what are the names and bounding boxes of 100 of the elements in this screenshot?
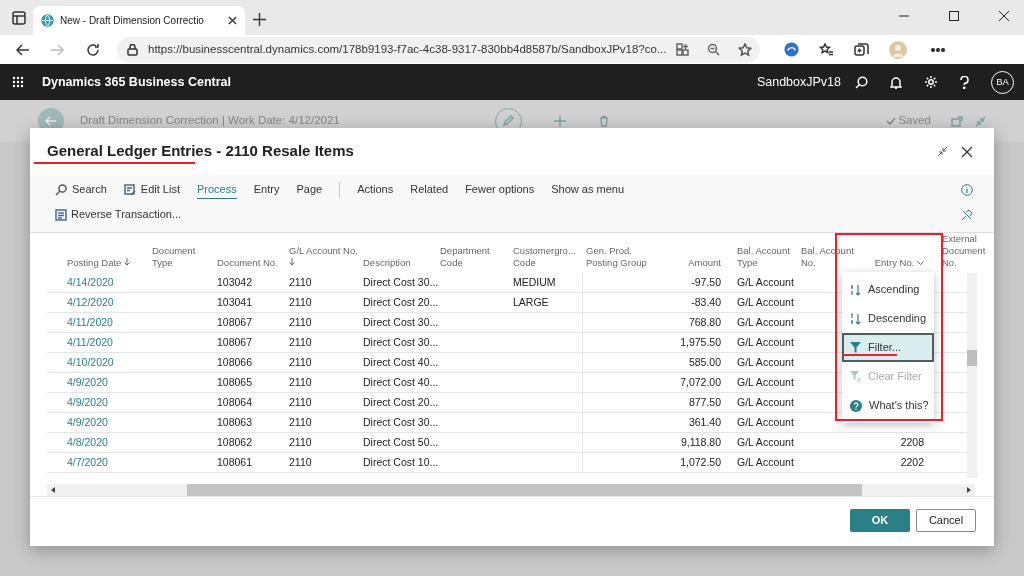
table-cell-text: Direct Cost 40... xyxy=(363,374,439,390)
close-icon[interactable] xyxy=(999,11,1009,21)
toolbar-tab[interactable]: Page xyxy=(296,180,323,199)
menu-item[interactable]: Filter... xyxy=(842,333,934,362)
table-cell-text: G/L Account xyxy=(737,414,794,430)
new-tab-icon[interactable] xyxy=(253,13,266,26)
url-text: https://businesscentral.dynamics.com/178b9193-f7ac-4c38-9317-830bb4d8587b/SandboxJPv18?co... xyxy=(148,41,667,57)
toolbar-button[interactable]: Actions xyxy=(357,181,394,198)
zoom-icon[interactable] xyxy=(707,43,721,56)
pin-icon[interactable] xyxy=(961,208,973,221)
date-link[interactable]: 4/9/2020 xyxy=(67,394,108,411)
table-cell-text: G/L Account xyxy=(737,354,794,370)
info-icon[interactable] xyxy=(961,183,973,196)
ok-button[interactable]: OK xyxy=(850,509,910,532)
search-icon xyxy=(55,183,67,196)
lock-icon xyxy=(127,43,138,56)
toolbar-button[interactable]: Reverse Transaction... xyxy=(55,206,182,223)
column-header[interactable]: Posting Date xyxy=(67,257,131,269)
app-launcher-icon[interactable] xyxy=(12,76,24,88)
column-header[interactable]: Department Code xyxy=(440,245,513,269)
date-link[interactable]: 4/9/2020 xyxy=(67,414,108,431)
collapse-icon[interactable] xyxy=(937,146,948,157)
date-link[interactable]: 4/9/2020 xyxy=(67,374,108,391)
toolbar-tab[interactable]: Process xyxy=(197,180,237,199)
toolbar-button[interactable]: Show as menu xyxy=(551,181,624,198)
help-icon[interactable] xyxy=(960,75,969,89)
date-link[interactable]: 4/8/2020 xyxy=(67,434,108,451)
scroll-thumb[interactable] xyxy=(967,350,977,366)
help-icon xyxy=(850,399,862,412)
environment-name: SandboxJPv18 xyxy=(756,73,841,91)
toolbar-button[interactable]: Edit List xyxy=(123,181,180,198)
settings-icon[interactable] xyxy=(924,75,938,89)
table-cell-text: G/L Account xyxy=(737,314,794,330)
table-cell-text: G/L Account xyxy=(737,374,794,390)
toolbar-button[interactable]: Search xyxy=(55,181,107,198)
back-icon[interactable] xyxy=(16,43,30,56)
maximize-icon[interactable] xyxy=(949,11,959,21)
address-bar[interactable]: https://businesscentral.dynamics.com/178b9193-f7ac-4c38-9317-830bb4d8587b/SandboxJPv18?co... xyxy=(117,36,760,63)
menu-item[interactable]: Descending xyxy=(842,304,934,333)
table-cell-text: 2110 xyxy=(289,314,312,330)
toolbar-button[interactable]: Related xyxy=(410,181,449,198)
table-cell-text: 2110 xyxy=(289,434,312,450)
toolbar-button[interactable]: Fewer options xyxy=(465,181,535,198)
annotation-underline xyxy=(843,354,897,356)
favorite-icon[interactable] xyxy=(738,42,753,57)
save-status: Saved xyxy=(898,113,931,129)
table-cell-text: 2110 xyxy=(289,454,312,470)
table-cell-text: MEDIUM xyxy=(513,274,556,290)
column-header[interactable]: Amount xyxy=(688,257,721,269)
globe-icon xyxy=(41,14,54,27)
vertical-scrollbar[interactable] xyxy=(967,273,977,478)
favorites-icon[interactable] xyxy=(819,42,834,57)
product-name: Dynamics 365 Business Central xyxy=(42,73,231,91)
table-cell-text: Direct Cost 50... xyxy=(363,434,439,450)
table-cell-text: G/L Account xyxy=(737,294,794,310)
date-link[interactable]: 4/11/2020 xyxy=(67,334,113,351)
apps-icon[interactable] xyxy=(676,43,690,56)
date-link[interactable]: 4/14/2020 xyxy=(67,274,114,291)
date-link[interactable]: 4/10/2020 xyxy=(67,354,114,371)
search-icon[interactable] xyxy=(855,75,868,89)
table-cell-text: 2110 xyxy=(289,394,312,410)
table-cell-text: G/L Account xyxy=(737,334,794,350)
refresh-icon[interactable] xyxy=(86,42,100,57)
cancel-button[interactable]: Cancel xyxy=(916,509,976,532)
menu-item[interactable]: What's this? xyxy=(842,391,934,420)
column-header[interactable]: Customergro... Code xyxy=(513,245,582,269)
table-cell-text: 9,118.80 xyxy=(680,434,721,450)
check-icon xyxy=(886,117,897,125)
date-link[interactable]: 4/7/2020 xyxy=(67,454,108,471)
toolbar-tab[interactable]: Entry xyxy=(253,180,280,199)
date-link[interactable]: 4/11/2020 xyxy=(67,314,113,331)
column-header[interactable]: G/L Account No. xyxy=(289,245,363,269)
column-header[interactable]: Entry No. xyxy=(874,257,924,269)
close-icon[interactable] xyxy=(228,16,237,25)
tab-actions-icon[interactable] xyxy=(12,11,26,25)
more-icon[interactable] xyxy=(931,47,945,52)
column-header[interactable]: Gen. Prod. Posting Group xyxy=(586,245,656,269)
horizontal-scrollbar[interactable] xyxy=(47,484,975,496)
menu-item[interactable]: Ascending xyxy=(842,275,934,304)
table-cell-text: 2110 xyxy=(289,354,312,370)
close-icon[interactable] xyxy=(961,145,973,158)
table-cell-text: 103041 xyxy=(217,294,253,310)
column-header[interactable]: External Document No. xyxy=(942,233,986,269)
date-link[interactable]: 4/12/2020 xyxy=(67,294,114,311)
table-cell-text: 2110 xyxy=(289,414,312,430)
column-header[interactable]: Document Type xyxy=(152,245,217,269)
bell-icon[interactable] xyxy=(890,75,902,89)
browser-tab[interactable]: New - Draft Dimension Correctio xyxy=(33,6,245,35)
scroll-left-icon[interactable] xyxy=(51,487,55,493)
filter-icon xyxy=(850,342,861,353)
chevron-down-icon xyxy=(917,261,924,266)
scroll-right-icon[interactable] xyxy=(967,487,971,493)
table-cell-text: 1,072.50 xyxy=(680,454,721,470)
column-header[interactable]: Description xyxy=(363,257,411,269)
table-cell-text: 108062 xyxy=(217,434,253,450)
browser-logo-icon[interactable] xyxy=(784,42,799,57)
column-header[interactable]: Bal. Account Type xyxy=(737,245,801,269)
collections-icon[interactable] xyxy=(854,42,869,57)
column-header[interactable]: Document No. xyxy=(217,257,278,269)
scroll-thumb[interactable] xyxy=(187,484,862,496)
